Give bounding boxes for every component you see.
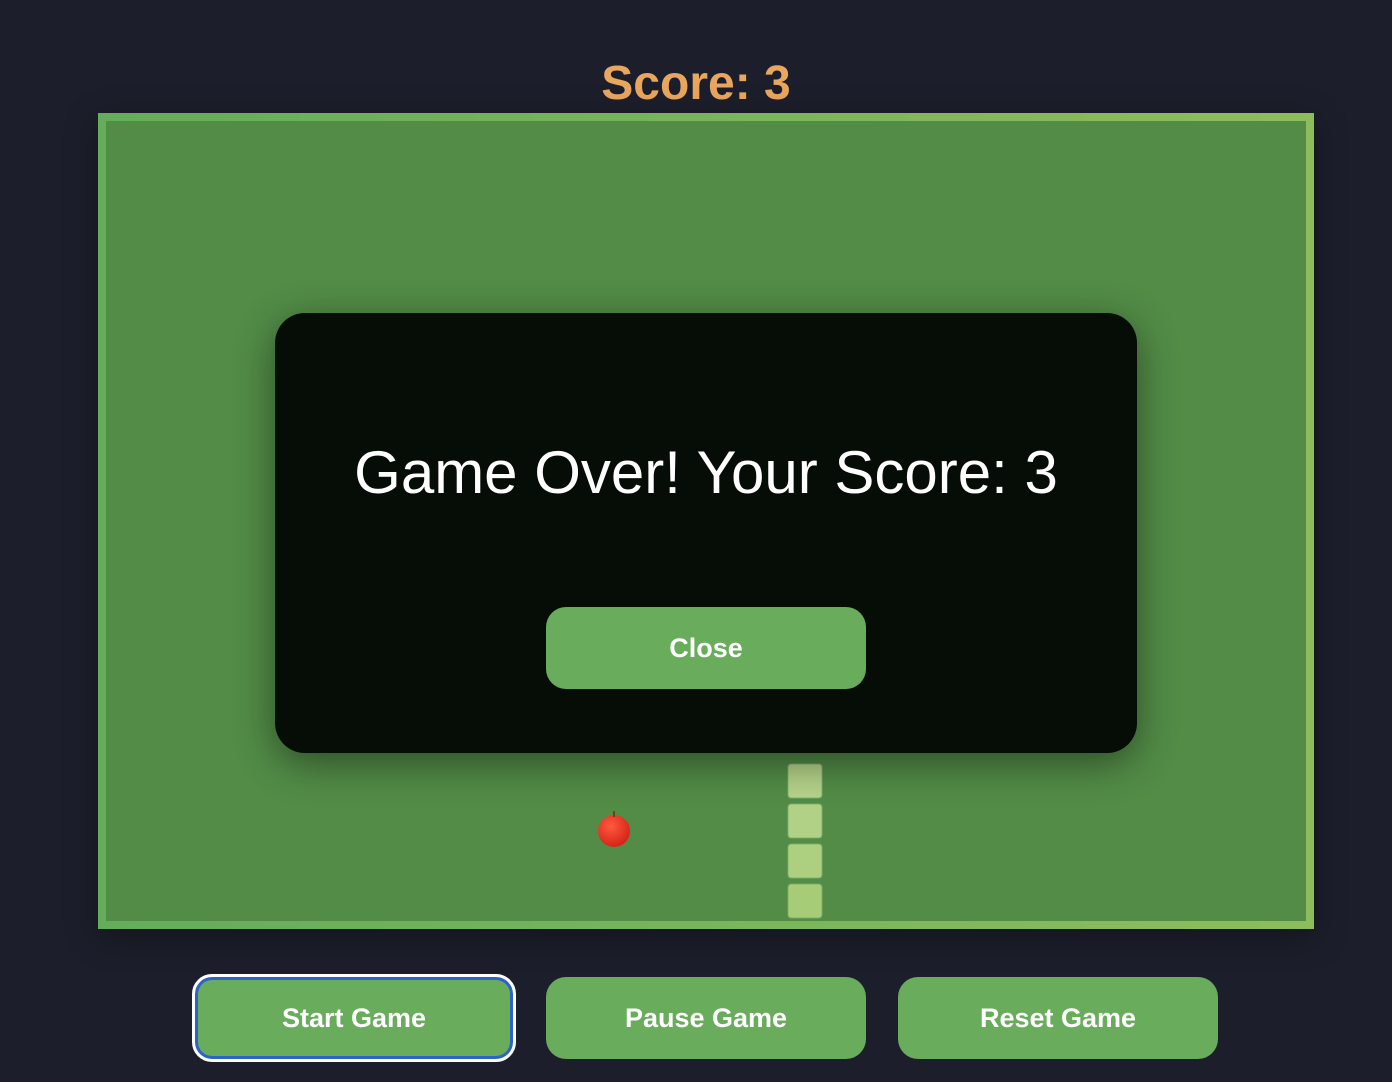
game-over-dialog: Game Over! Your Score: 3 Close [275, 313, 1137, 753]
apple-icon [598, 811, 630, 847]
close-button[interactable]: Close [546, 607, 866, 689]
pause-game-button[interactable]: Pause Game [546, 977, 866, 1059]
reset-game-button[interactable]: Reset Game [898, 977, 1218, 1059]
score-display: Score: 3 [601, 57, 791, 110]
snake-segment [788, 884, 822, 918]
game-over-message: Game Over! Your Score: 3 [354, 439, 1058, 506]
snake-segment [788, 844, 822, 878]
apple-stem [613, 811, 615, 817]
start-game-button[interactable]: Start Game [192, 974, 516, 1062]
snake-segment [788, 764, 822, 798]
snake-segment [788, 804, 822, 838]
